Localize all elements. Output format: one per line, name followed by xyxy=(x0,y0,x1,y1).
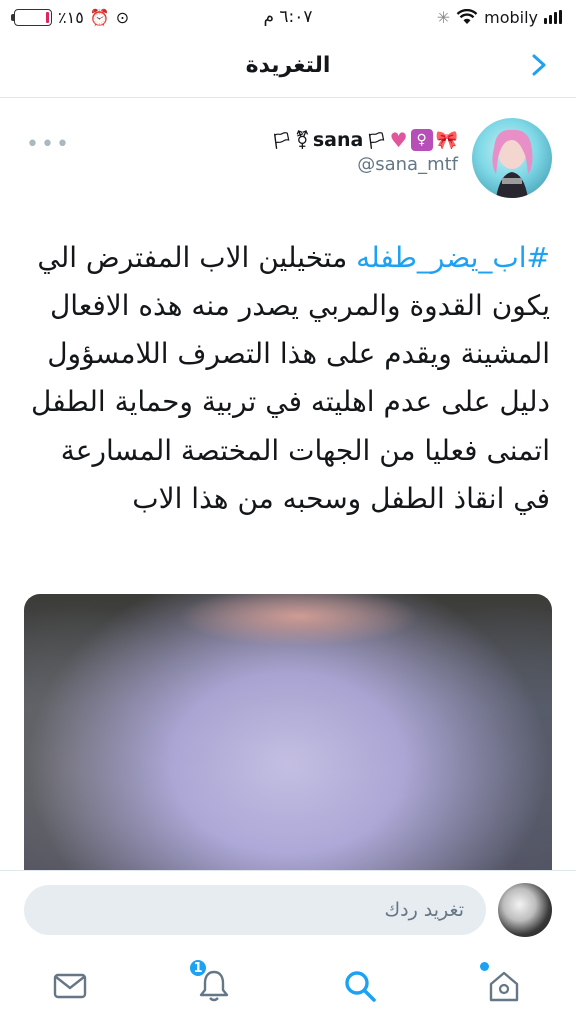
tab-search[interactable] xyxy=(338,964,382,1008)
tweet-body: متخيلين الاب المفترض الي يكون القدوة وال… xyxy=(31,241,550,515)
page-title: التغريدة xyxy=(245,53,331,78)
author-avatar[interactable] xyxy=(472,118,552,198)
white-flag-icon: 🏳 xyxy=(271,130,292,150)
battery-icon xyxy=(11,8,52,26)
reply-bar: تغريد ردك xyxy=(0,870,576,946)
reply-input[interactable]: تغريد ردك xyxy=(24,885,486,935)
author-name-text: sana xyxy=(312,129,364,151)
author-handle: @sana_mtf xyxy=(357,154,458,175)
status-right: ✳ mobily xyxy=(437,8,562,27)
alarm-icon: ⏰ xyxy=(89,7,110,27)
tab-home[interactable] xyxy=(480,962,526,1008)
status-left: ٪١٥ ⏰ ⊙ xyxy=(11,7,130,27)
tab-bar: 1 xyxy=(0,946,576,1024)
signal-icon xyxy=(544,10,562,24)
hashtag-link[interactable]: #اب_يضر_طفله xyxy=(356,241,550,274)
wifi-icon xyxy=(456,9,478,24)
author-display-name: 🏳 ⚧ sana 🏳 ♥ ♀ 🎀 xyxy=(271,128,458,152)
status-time: ٦:٠٧ م xyxy=(263,7,313,27)
media-overlay xyxy=(24,594,552,876)
search-icon xyxy=(345,971,376,1002)
back-chevron-icon[interactable] xyxy=(524,50,554,80)
home-new-dot xyxy=(480,962,489,971)
womens-room-icon: ♀ xyxy=(410,129,433,151)
author-info[interactable]: 🏳 ⚧ sana 🏳 ♥ ♀ 🎀 @sana_mtf xyxy=(271,128,458,175)
tweet-media-image[interactable] xyxy=(24,594,552,876)
orientation-lock-icon: ⊙ xyxy=(115,7,130,27)
loading-icon: ✳ xyxy=(436,7,451,27)
tab-notifications[interactable]: 1 xyxy=(188,958,236,1008)
battery-percent: ٪١٥ xyxy=(58,7,84,27)
avatar-figure-icon xyxy=(492,129,533,198)
home-icon xyxy=(489,971,519,1002)
header: التغريدة xyxy=(0,34,576,98)
carrier-name: mobily xyxy=(484,7,538,27)
status-bar: ٪١٥ ⏰ ⊙ ٦:٠٧ م ✳ mobily xyxy=(0,0,576,34)
user-avatar xyxy=(498,883,552,937)
notification-badge: 1 xyxy=(188,958,208,978)
more-options-icon[interactable]: ••• xyxy=(26,132,71,157)
ribbon-icon: 🎀 xyxy=(435,129,458,151)
tab-messages[interactable] xyxy=(48,964,92,1008)
pink-heart-icon: ♥ xyxy=(389,128,408,152)
tweet-text: #اب_يضر_طفله متخيلين الاب المفترض الي يك… xyxy=(26,234,550,523)
white-flag-icon: 🏳 xyxy=(366,130,387,150)
mail-icon xyxy=(53,973,87,999)
transgender-icon: ⚧ xyxy=(294,129,310,151)
